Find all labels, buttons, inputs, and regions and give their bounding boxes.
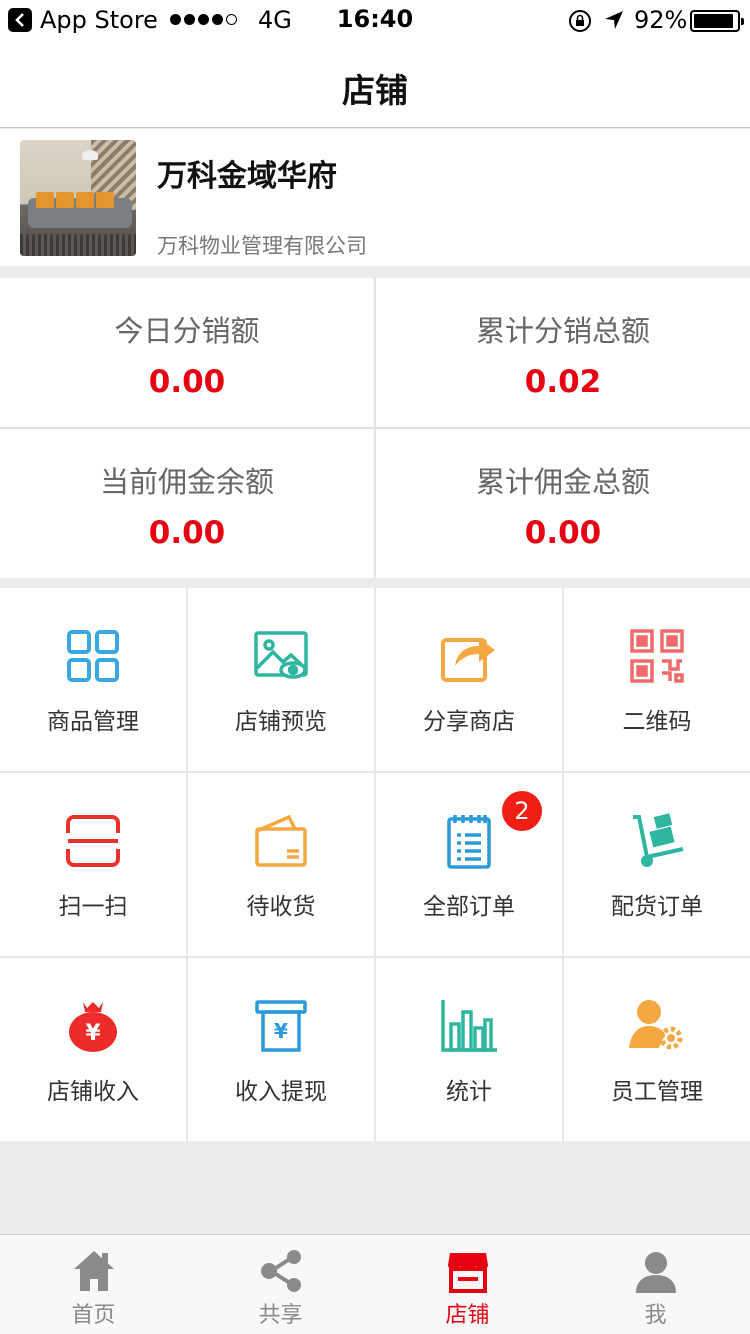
menu-item-label: 店铺收入	[47, 1079, 139, 1105]
stat-value: 0.00	[524, 515, 602, 551]
menu-item-scan[interactable]: 扫一扫	[0, 773, 186, 956]
qrcode-icon	[630, 629, 684, 683]
tab-label: 首页	[71, 1303, 116, 1328]
menu-item-label: 全部订单	[423, 894, 515, 920]
menu-item-staff-management[interactable]: 员工管理	[564, 958, 750, 1141]
tab-share[interactable]: 共享	[187, 1235, 374, 1334]
menu-item-pending-receipt[interactable]: 待收货	[188, 773, 374, 956]
order-count-badge: 2	[502, 791, 542, 831]
money-bag-icon: ¥	[69, 1002, 117, 1052]
shop-icon	[447, 1253, 488, 1293]
share-icon	[441, 638, 495, 682]
stat-value: 0.00	[148, 364, 226, 400]
menu-grid: 商品管理 店铺预览 分享商店 二维码 扫一扫 待收货 全部订单 2 配货订单 ¥…	[0, 588, 750, 1141]
stat-label: 当前佣金余额	[99, 465, 274, 499]
image-eye-icon	[254, 631, 308, 679]
user-icon	[635, 1252, 676, 1293]
menu-item-product-management[interactable]: 商品管理	[0, 588, 186, 771]
home-icon	[73, 1251, 114, 1291]
menu-item-label: 配货订单	[611, 894, 703, 920]
menu-item-label: 扫一扫	[58, 894, 128, 920]
menu-item-income-withdrawal[interactable]: ¥ 收入提现	[188, 958, 374, 1141]
hand-truck-icon	[633, 813, 684, 867]
wallet-icon	[255, 814, 307, 867]
store-thumbnail	[20, 140, 136, 256]
menu-item-label: 员工管理	[611, 1079, 703, 1105]
menu-item-label: 统计	[446, 1079, 492, 1105]
tab-label: 我	[644, 1303, 667, 1328]
grid-icon	[67, 630, 119, 682]
status-bar: App Store 4G 16:40 92%	[0, 0, 750, 40]
menu-item-label: 商品管理	[47, 709, 139, 735]
menu-item-distribution-orders[interactable]: 配货订单	[564, 773, 750, 956]
stat-total-distribution[interactable]: 累计分销总额 0.02	[376, 278, 750, 427]
stat-total-commission[interactable]: 累计佣金总额 0.00	[376, 429, 750, 578]
stat-value: 0.02	[524, 364, 602, 400]
withdraw-icon: ¥	[255, 1000, 307, 1052]
svg-text:¥: ¥	[85, 1021, 101, 1046]
stat-label: 今日分销额	[114, 314, 260, 348]
menu-item-label: 待收货	[246, 894, 316, 920]
menu-item-label: 分享商店	[423, 709, 515, 735]
menu-item-share-store[interactable]: 分享商店	[376, 588, 562, 771]
tab-bar: 首页 共享 店铺 我	[0, 1234, 750, 1334]
tab-me[interactable]: 我	[562, 1235, 749, 1334]
rotation-lock-icon	[568, 9, 592, 39]
menu-item-all-orders[interactable]: 全部订单 2	[376, 773, 562, 956]
battery-icon	[690, 10, 744, 32]
tab-shop[interactable]: 店铺	[374, 1235, 561, 1334]
tab-home[interactable]: 首页	[0, 1235, 187, 1334]
menu-item-qr-code[interactable]: 二维码	[564, 588, 750, 771]
staff-gear-icon	[629, 1000, 683, 1050]
svg-text:¥: ¥	[274, 1019, 288, 1043]
stats-divider-horizontal	[0, 427, 750, 429]
menu-item-statistics[interactable]: 统计	[376, 958, 562, 1141]
order-list-icon	[447, 815, 491, 869]
menu-item-label: 收入提现	[235, 1079, 327, 1105]
stat-label: 累计佣金总额	[475, 465, 650, 499]
location-arrow-icon	[603, 9, 625, 37]
bar-chart-icon	[441, 1000, 497, 1052]
stat-value: 0.00	[148, 515, 226, 551]
tab-label: 店铺	[445, 1303, 490, 1328]
menu-item-label: 店铺预览	[235, 709, 327, 735]
page-title: 店铺	[342, 71, 408, 110]
store-company: 万科物业管理有限公司	[157, 234, 367, 258]
scan-icon	[66, 815, 120, 867]
stat-today-distribution[interactable]: 今日分销额 0.00	[0, 278, 374, 427]
share-nodes-icon	[260, 1250, 301, 1292]
menu-item-store-preview[interactable]: 店铺预览	[188, 588, 374, 771]
menu-item-store-income[interactable]: ¥ 店铺收入	[0, 958, 186, 1141]
menu-item-label: 二维码	[622, 709, 692, 735]
store-name: 万科金域华府	[157, 159, 337, 194]
nav-bar: 店铺	[0, 40, 750, 128]
battery-percent: 92%	[634, 6, 688, 34]
stat-label: 累计分销总额	[475, 314, 650, 348]
store-header[interactable]: 万科金域华府 万科物业管理有限公司	[0, 129, 750, 266]
tab-label: 共享	[258, 1303, 303, 1328]
stat-commission-balance[interactable]: 当前佣金余额 0.00	[0, 429, 374, 578]
